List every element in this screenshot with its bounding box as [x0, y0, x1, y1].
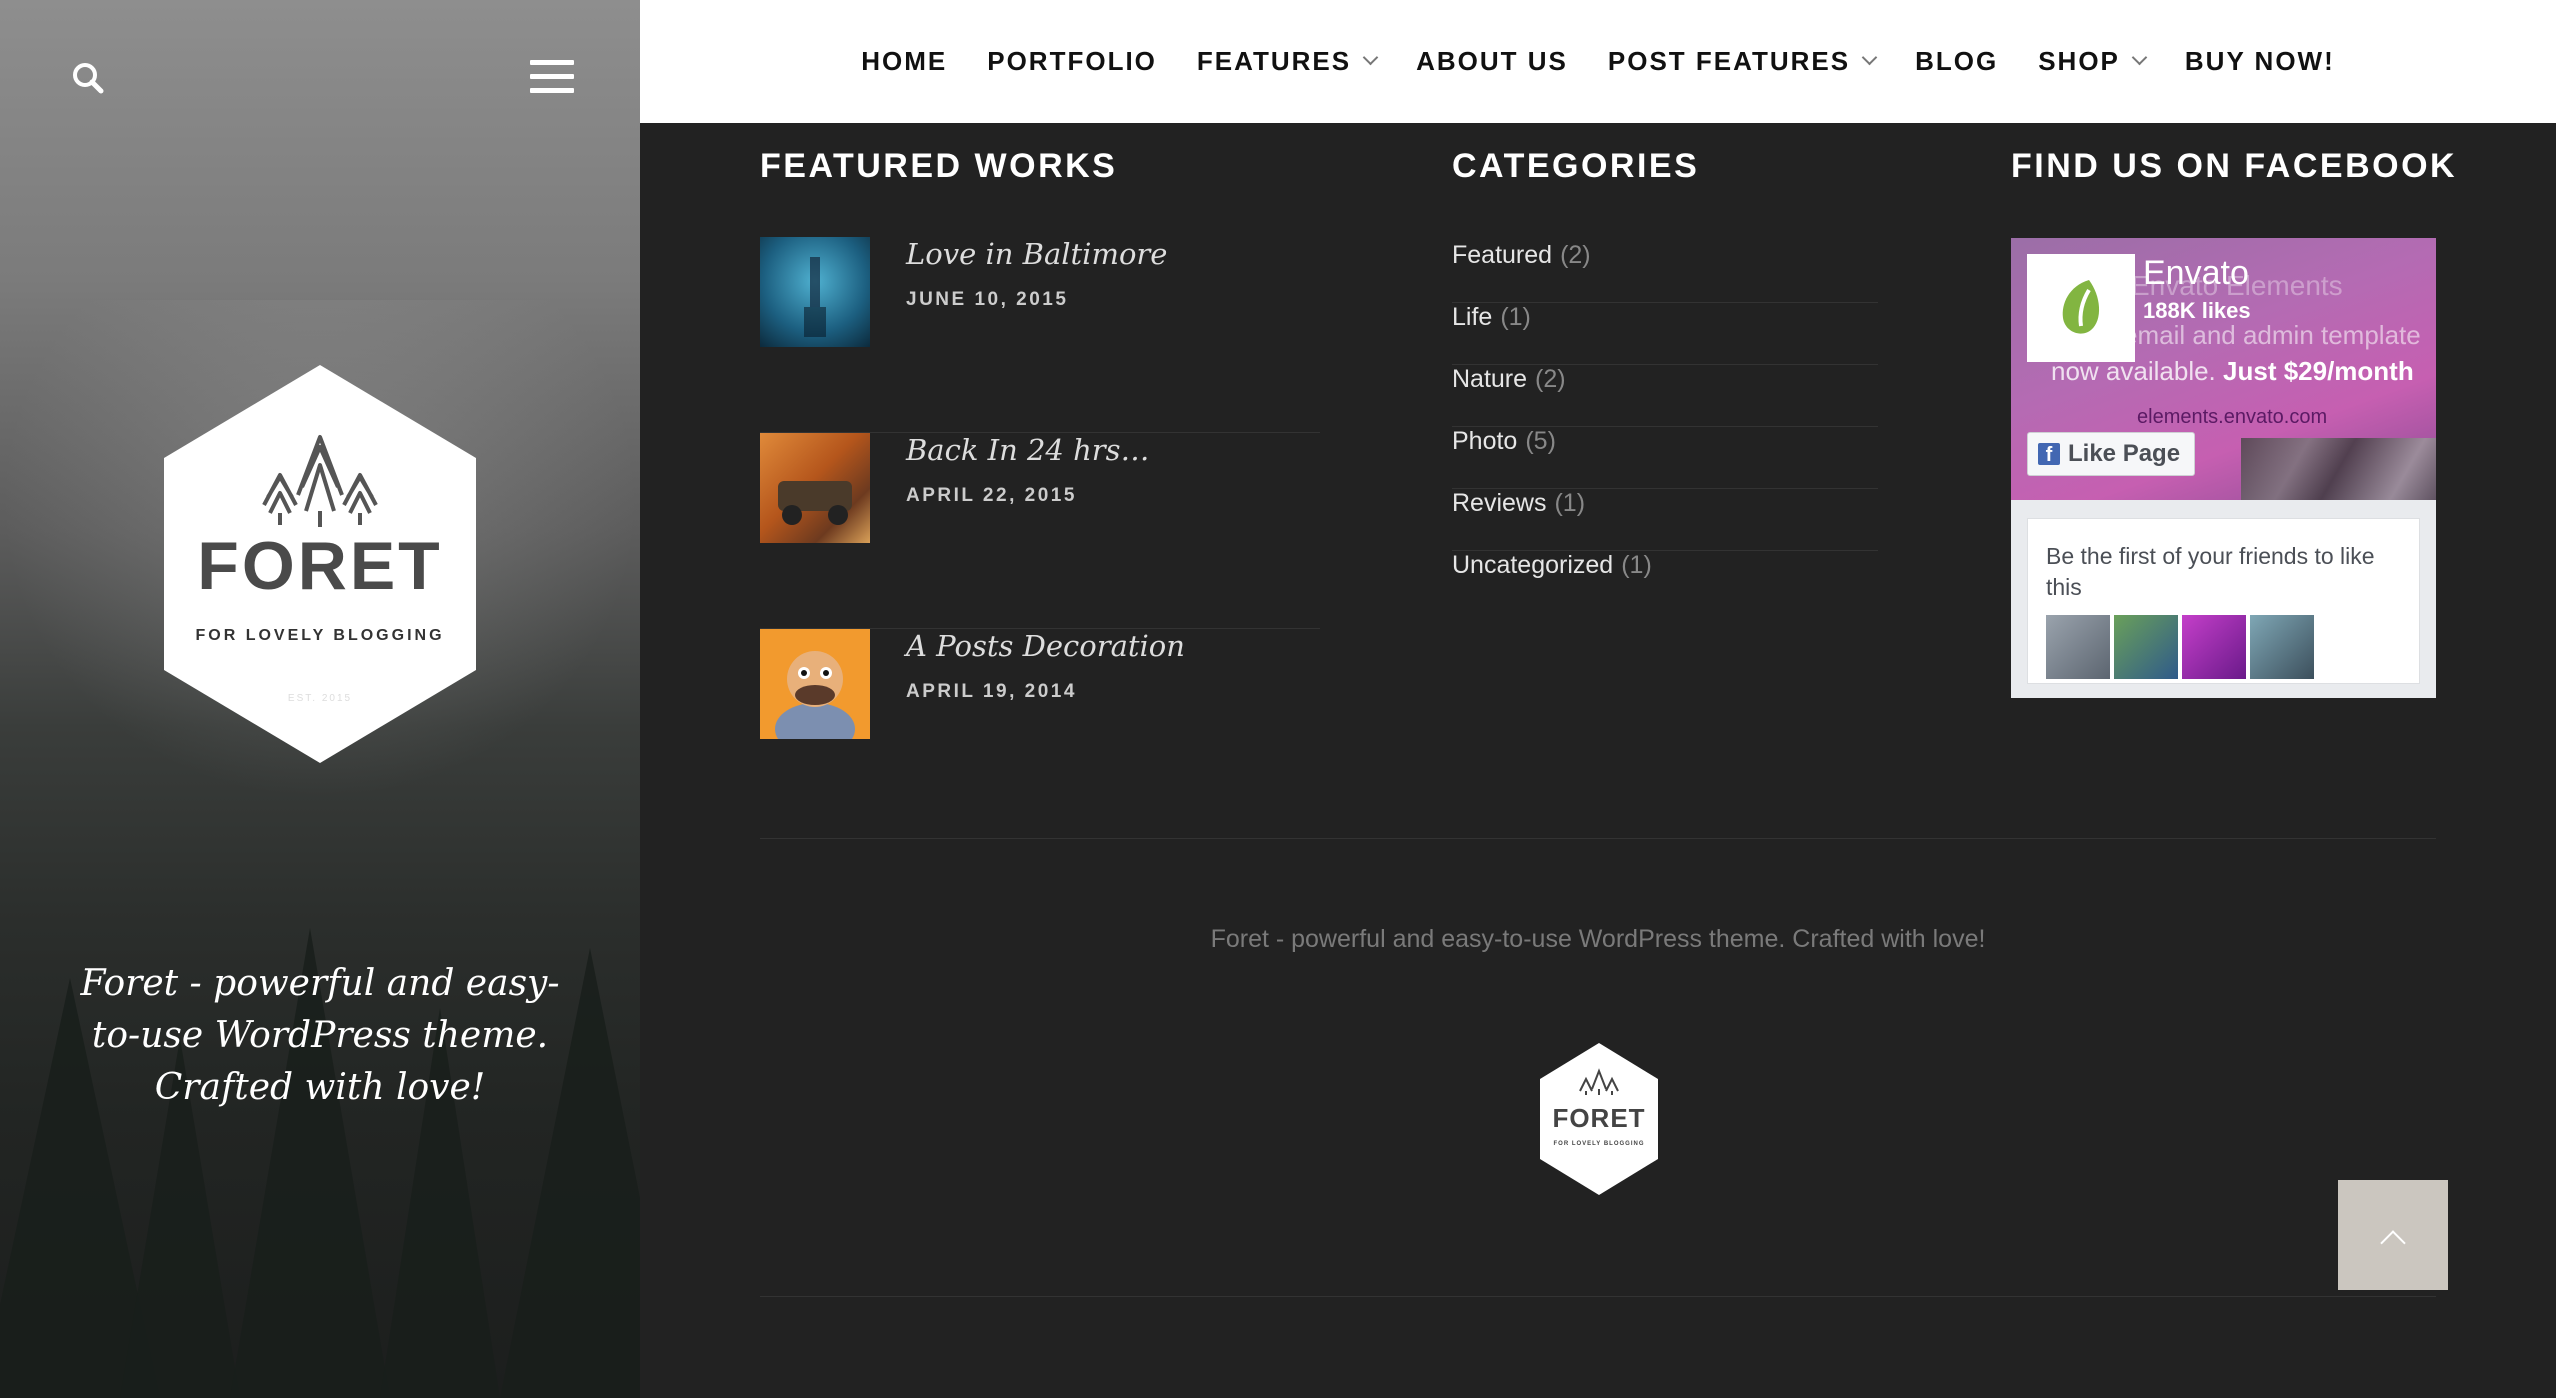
facebook-icon: f	[2038, 443, 2060, 466]
site-logo[interactable]: FORET FOR LOVELY BLOGGING EST. 2015	[160, 365, 480, 763]
cover-text: email and admin template	[2123, 320, 2421, 350]
category-name[interactable]: Life	[1452, 303, 1492, 331]
logo-est: EST. 2015	[288, 693, 352, 704]
facebook-friends-box: Be the first of your friends to like thi…	[2027, 518, 2420, 684]
category-item[interactable]: Nature (2)	[1452, 365, 1878, 427]
category-count: (1)	[1554, 489, 1586, 517]
avatar[interactable]	[2182, 615, 2246, 679]
logo-tagline: FOR LOVELY BLOGGING	[195, 627, 444, 644]
category-name[interactable]: Featured	[1452, 241, 1552, 269]
back-to-top-button[interactable]	[2338, 1180, 2448, 1290]
work-date: APRIL 22, 2015	[906, 485, 1077, 506]
category-count: (2)	[1560, 241, 1591, 269]
friends-text: Be the first of your friends to like thi…	[2046, 543, 2375, 600]
footer-text: Foret - powerful and easy-to-use WordPre…	[1210, 925, 1986, 953]
category-name[interactable]: Reviews	[1452, 489, 1546, 517]
nav-portfolio[interactable]: PORTFOLIO	[987, 46, 1157, 77]
featured-work-item[interactable]: A Posts Decoration APRIL 19, 2014	[760, 629, 1320, 825]
category-item[interactable]: Reviews (1)	[1452, 489, 1878, 551]
nav-label: BUY NOW!	[2184, 46, 2335, 76]
category-count: (5)	[1525, 427, 1556, 455]
nav-shop[interactable]: SHOP	[2038, 46, 2148, 77]
avatar[interactable]	[2046, 615, 2110, 679]
facebook-page-name[interactable]: Envato	[2143, 254, 2249, 293]
like-page-label: Like Page	[2068, 440, 2181, 467]
facebook-page-widget: Envato Elements email and admin template…	[2011, 238, 2436, 698]
category-count: (2)	[1535, 365, 1566, 393]
sidebar-description: Foret - powerful and easy-to-use WordPre…	[80, 963, 560, 1108]
like-page-button[interactable]: f Like Page	[2027, 432, 2196, 476]
nav-label: FEATURES	[1196, 46, 1352, 76]
friend-avatars	[2046, 615, 2318, 679]
category-item[interactable]: Uncategorized (1)	[1452, 551, 1878, 613]
envato-avatar[interactable]	[2027, 254, 2135, 362]
categories-title: CATEGORIES	[1452, 147, 1700, 185]
work-thumbnail[interactable]	[760, 433, 870, 543]
nav-label: PORTFOLIO	[987, 46, 1157, 76]
footer-widgets-area: FEATURED WORKS Love in Baltimore JUNE 10…	[640, 123, 2556, 1398]
cover-url: elements.envato.com	[2137, 406, 2328, 428]
cover-screenshots	[2241, 438, 2436, 500]
facebook-cover-image[interactable]: Envato Elements email and admin template…	[2011, 238, 2436, 500]
work-title[interactable]: A Posts Decoration	[906, 629, 1185, 663]
work-date: APRIL 19, 2014	[906, 681, 1077, 702]
cover-text-price: Just $29/month	[2223, 356, 2414, 386]
chevron-down-icon	[1362, 49, 1379, 66]
work-thumbnail[interactable]	[760, 629, 870, 739]
footer-logo[interactable]: FORET FOR LOVELY BLOGGING	[1538, 1043, 1660, 1195]
work-title[interactable]: Love in Baltimore	[906, 237, 1167, 271]
main-navigation: HOME PORTFOLIO FEATURES ABOUT US POST FE…	[640, 0, 2556, 123]
hamburger-menu-icon[interactable]	[530, 60, 574, 98]
featured-works-title: FEATURED WORKS	[760, 147, 1118, 185]
nav-label: BLOG	[1915, 46, 1999, 76]
chevron-down-icon	[2131, 49, 2148, 66]
nav-features[interactable]: FEATURES	[1196, 46, 1379, 77]
avatar[interactable]	[2114, 615, 2178, 679]
nav-label: ABOUT US	[1416, 46, 1568, 76]
category-item[interactable]: Life (1)	[1452, 303, 1878, 365]
divider	[760, 838, 2436, 839]
chevron-down-icon	[1861, 49, 1878, 66]
avatar[interactable]	[2250, 615, 2314, 679]
facebook-title: FIND US ON FACEBOOK	[2011, 147, 2458, 185]
featured-work-item[interactable]: Love in Baltimore JUNE 10, 2015	[760, 237, 1320, 433]
category-count: (1)	[1500, 303, 1531, 331]
work-thumbnail[interactable]	[760, 237, 870, 347]
sidebar-panel: FORET FOR LOVELY BLOGGING EST. 2015 Fore…	[0, 0, 640, 1398]
category-item[interactable]: Photo (5)	[1452, 427, 1878, 489]
chevron-up-icon	[2380, 1230, 2406, 1256]
nav-label: HOME	[861, 46, 948, 76]
nav-post-features[interactable]: POST FEATURES	[1607, 46, 1878, 77]
logo-name: FORET	[197, 528, 442, 604]
nav-label: SHOP	[2038, 46, 2120, 76]
category-name[interactable]: Nature	[1452, 365, 1527, 393]
featured-work-item[interactable]: Back In 24 hrs… APRIL 22, 2015	[760, 433, 1320, 629]
footer-logo-tagline: FOR LOVELY BLOGGING	[1553, 1141, 1644, 1147]
category-item[interactable]: Featured (2)	[1452, 241, 1878, 303]
category-count: (1)	[1621, 551, 1652, 579]
work-date: JUNE 10, 2015	[906, 289, 1069, 310]
nav-label: POST FEATURES	[1607, 46, 1851, 76]
nav-blog[interactable]: BLOG	[1915, 46, 1998, 77]
footer-logo-name: FORET	[1552, 1103, 1645, 1133]
nav-buy-now[interactable]: BUY NOW!	[2185, 46, 2335, 77]
search-icon[interactable]	[70, 60, 106, 96]
category-name[interactable]: Uncategorized	[1452, 551, 1613, 579]
nav-about-us[interactable]: ABOUT US	[1416, 46, 1568, 77]
category-name[interactable]: Photo	[1452, 427, 1517, 455]
work-title[interactable]: Back In 24 hrs…	[906, 433, 1150, 467]
nav-home[interactable]: HOME	[861, 46, 947, 77]
divider	[760, 1296, 2436, 1297]
facebook-likes: 188K likes	[2143, 298, 2251, 323]
